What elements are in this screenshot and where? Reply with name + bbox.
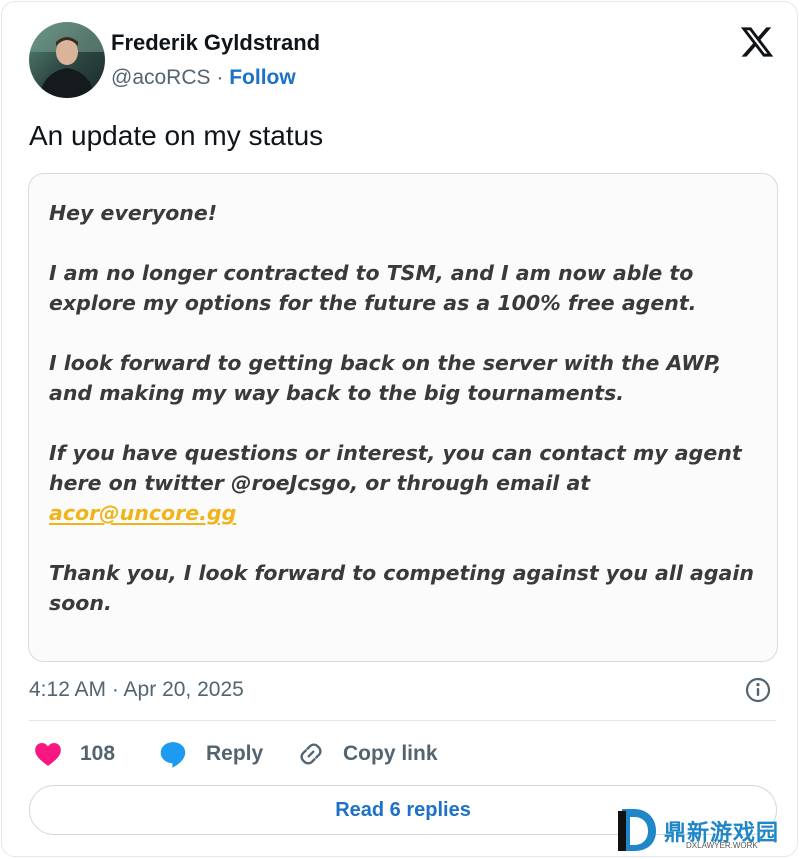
author-name[interactable]: Frederik Gyldstrand xyxy=(111,30,320,56)
copy-link-label: Copy link xyxy=(343,742,438,765)
statement-paragraph: I look forward to getting back on the se… xyxy=(49,351,722,405)
statement-email: acor@uncore.gg xyxy=(49,501,237,525)
avatar[interactable] xyxy=(29,22,105,98)
link-icon xyxy=(297,740,325,768)
statement-contact-paragraph: If you have questions or interest, you c… xyxy=(49,438,769,528)
watermark-subtitle: DXLAWYER.WORK xyxy=(686,841,758,850)
reply-label: Reply xyxy=(206,742,264,765)
tweet-media-image[interactable]: Hey everyone! I am no longer contracted … xyxy=(28,173,778,662)
tweet-card: Frederik Gyldstrand @acoRCS · Follow An … xyxy=(1,1,798,857)
handle-line: @acoRCS · Follow xyxy=(111,66,296,90)
watermark-logo-icon xyxy=(618,809,656,851)
watermark: 鼎新游戏园 DXLAWYER.WORK xyxy=(616,805,796,857)
tweet-text: An update on my status xyxy=(29,120,324,151)
reply-button[interactable]: Reply xyxy=(158,736,263,772)
like-button[interactable]: 108 xyxy=(34,736,115,772)
like-count: 108 xyxy=(80,742,116,765)
info-icon[interactable] xyxy=(744,676,772,704)
statement-paragraph: Thank you, I look forward to competing a… xyxy=(49,561,754,615)
statement-paragraph: I am no longer contracted to TSM, and I … xyxy=(49,261,697,315)
separator-dot: · xyxy=(216,66,224,89)
statement-contact-text: If you have questions or interest, you c… xyxy=(49,441,742,495)
statement-text: Hey everyone! I am no longer contracted … xyxy=(49,198,769,648)
speech-bubble-icon xyxy=(158,739,188,769)
divider xyxy=(29,720,776,721)
copy-link-button[interactable]: Copy link xyxy=(297,736,438,772)
tweet-timestamp[interactable]: 4:12 AM · Apr 20, 2025 xyxy=(29,678,244,702)
author-handle[interactable]: @acoRCS xyxy=(111,66,211,89)
statement-greeting: Hey everyone! xyxy=(49,201,218,225)
heart-icon xyxy=(34,741,62,767)
read-replies-label: Read 6 replies xyxy=(335,798,471,821)
follow-button[interactable]: Follow xyxy=(229,66,296,89)
x-logo-icon[interactable] xyxy=(738,24,776,60)
